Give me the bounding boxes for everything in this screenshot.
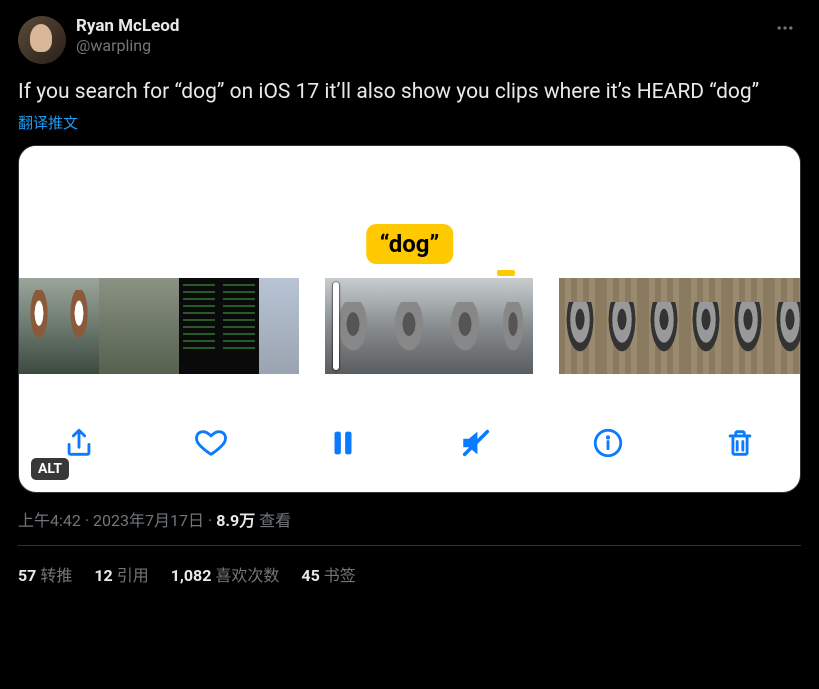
meta-date[interactable]: 2023年7月17日 xyxy=(93,511,204,530)
clip-group-1 xyxy=(19,278,299,374)
thumb xyxy=(139,278,179,374)
author-names[interactable]: Ryan McLeod @warpling xyxy=(76,16,759,57)
tweet-text: If you search for “dog” on iOS 17 it’ll … xyxy=(18,78,801,106)
caption-bubble: “dog” xyxy=(366,224,454,264)
tweet-container: Ryan McLeod @warpling If you search for … xyxy=(0,0,819,604)
quotes-stat[interactable]: 12引用 xyxy=(94,562,148,586)
playhead[interactable] xyxy=(333,282,339,370)
heart-icon[interactable] xyxy=(189,421,233,465)
thumb xyxy=(381,278,437,374)
thumb xyxy=(727,278,769,374)
clip-gap xyxy=(299,278,325,374)
clip-group-3 xyxy=(559,278,801,374)
meta-time[interactable]: 上午4:42 xyxy=(18,511,81,530)
bookmarks-stat[interactable]: 45书签 xyxy=(301,562,355,586)
tweet-meta: 上午4:42·2023年7月17日·8.9万 查看 xyxy=(18,507,801,531)
avatar[interactable] xyxy=(18,16,66,64)
handle: @warpling xyxy=(76,36,759,57)
thumb xyxy=(601,278,643,374)
clip-group-2 xyxy=(325,278,533,374)
alt-badge[interactable]: ALT xyxy=(31,458,69,480)
info-icon[interactable] xyxy=(586,421,630,465)
translate-link[interactable]: 翻译推文 xyxy=(18,112,801,133)
retweets-stat[interactable]: 57转推 xyxy=(18,562,72,586)
caption-marker xyxy=(497,270,515,276)
thumb xyxy=(493,278,533,374)
filmstrip xyxy=(19,278,800,374)
likes-stat[interactable]: 1,082喜欢次数 xyxy=(171,562,280,586)
display-name: Ryan McLeod xyxy=(76,16,759,36)
mute-icon[interactable] xyxy=(454,421,498,465)
pause-icon[interactable] xyxy=(321,421,365,465)
thumb xyxy=(259,278,299,374)
thumb xyxy=(685,278,727,374)
thumb xyxy=(59,278,99,374)
more-button[interactable] xyxy=(769,16,801,44)
views-label: 查看 xyxy=(259,511,291,530)
thumb xyxy=(219,278,259,374)
thumb xyxy=(769,278,801,374)
tweet-header: Ryan McLeod @warpling xyxy=(18,16,801,64)
media-toolbar xyxy=(19,406,800,480)
views-count[interactable]: 8.9万 xyxy=(216,511,255,530)
clip-gap xyxy=(533,278,559,374)
thumb xyxy=(643,278,685,374)
thumb xyxy=(437,278,493,374)
thumb xyxy=(559,278,601,374)
thumb xyxy=(99,278,139,374)
trash-icon[interactable] xyxy=(718,421,762,465)
stats-row: 57转推 12引用 1,082喜欢次数 45书签 xyxy=(18,546,801,604)
media-card[interactable]: “dog” xyxy=(18,145,801,493)
thumb xyxy=(19,278,59,374)
thumb xyxy=(179,278,219,374)
